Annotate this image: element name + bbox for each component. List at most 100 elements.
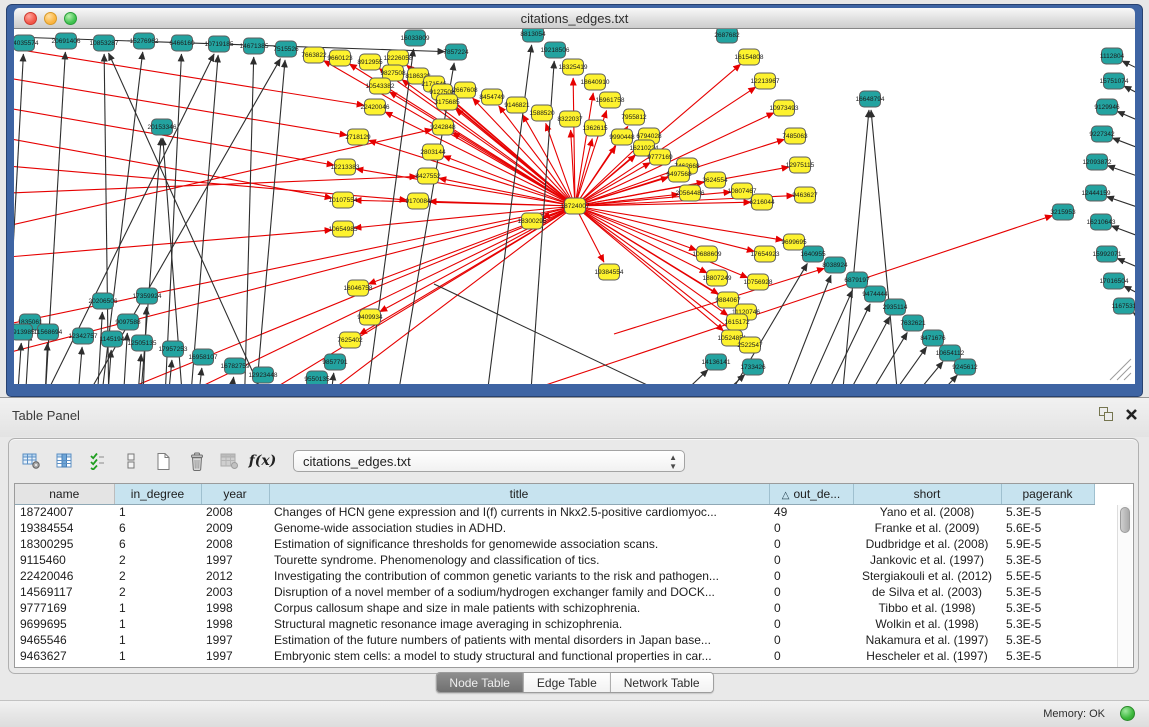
graph-node[interactable]: 20564486 [676,185,705,201]
graph-edge[interactable] [854,332,907,384]
graph-node[interactable]: 22420046 [361,99,390,115]
graph-node[interactable]: 8454749 [479,89,505,105]
graph-edge[interactable] [136,354,141,384]
graph-edge[interactable] [16,343,21,384]
graph-node[interactable]: 17359924 [133,288,162,304]
graph-node[interactable]: 1362615 [582,120,608,136]
graph-node[interactable]: 19384554 [595,264,624,280]
graph-node[interactable]: 10654985 [329,221,358,237]
graph-node[interactable]: 15276962 [130,33,159,49]
graph-node[interactable]: 16958107 [189,349,218,365]
graph-node[interactable]: 9170084 [405,193,431,209]
graph-edge[interactable] [1124,286,1135,299]
graph-edge[interactable] [76,347,82,384]
graph-node[interactable]: 9409934 [357,309,383,325]
table-row[interactable]: 946554611997Estimation of the future num… [15,632,1094,648]
graph-node[interactable]: 3913985 [14,324,35,340]
graph-node[interactable]: 12342757 [69,328,98,344]
network-canvas[interactable]: 2403557420691406108532871527696264661601… [14,29,1135,384]
graph-edge[interactable] [434,284,719,384]
table-row[interactable]: 946362711997Embryonic stem cells: a mode… [15,648,1094,664]
graph-edge[interactable] [1124,86,1135,99]
graph-node[interactable]: 12213967 [751,73,780,89]
graph-node[interactable]: 12975115 [786,157,815,173]
graph-edge[interactable] [1112,138,1135,152]
graph-edge[interactable] [794,290,853,384]
graph-node[interactable]: 1733426 [740,359,766,375]
float-panel-icon[interactable] [1099,407,1115,423]
graph-edge[interactable] [1107,166,1135,180]
memory-status-indicator[interactable] [1120,706,1135,721]
graph-edge[interactable] [1133,312,1135,324]
graph-node[interactable]: 9474444 [862,286,888,302]
graph-edge[interactable] [874,347,927,384]
graph-node[interactable]: 2687682 [714,29,740,43]
graph-node[interactable]: 2803144 [420,144,446,160]
graph-edge[interactable] [1111,226,1135,240]
graph-edge[interactable] [224,206,575,384]
table-row[interactable]: 969969511998Structural magnetic resonanc… [15,616,1094,632]
graph-node[interactable]: 9777169 [647,149,673,165]
graph-node[interactable]: 18325419 [559,59,588,75]
graph-node[interactable]: 10973493 [770,100,799,116]
graph-edge[interactable] [834,317,890,384]
table-row[interactable]: 911546021997Tourette syndrome. Phenomeno… [15,552,1094,568]
graph-node[interactable]: 1145194 [100,331,125,347]
graph-node[interactable]: 15992071 [1093,246,1122,262]
graph-edge[interactable] [14,206,575,359]
graph-node[interactable]: 12213383 [331,159,360,175]
graph-node[interactable]: 14136141 [702,354,731,370]
graph-edge[interactable] [456,109,575,206]
graph-node[interactable]: 18724007 [561,198,590,214]
graph-node[interactable]: 2935114 [883,299,908,315]
graph-node[interactable]: 10719185 [205,36,234,52]
graph-node[interactable]: 12444159 [1082,185,1111,201]
graph-node[interactable]: 16154808 [735,49,764,65]
graph-edge[interactable] [814,304,870,384]
column-header-short[interactable]: short [853,484,1001,504]
resize-grip[interactable] [1110,359,1131,380]
graph-edge[interactable] [24,333,29,384]
graph-node[interactable]: 6466160 [169,35,195,51]
graph-edge[interactable] [244,57,254,384]
graph-node[interactable]: 9550135 [304,371,330,384]
column-header-in-degree[interactable]: in_degree [114,484,201,504]
graph-node[interactable]: 1640955 [800,246,826,262]
graph-edge[interactable] [196,368,202,384]
window-titlebar[interactable]: citations_edges.txt [14,8,1135,29]
graph-node[interactable]: 18640910 [581,74,610,90]
graph-node[interactable]: 15751074 [1100,73,1129,89]
graph-node[interactable]: 20153346 [148,119,177,135]
graph-node[interactable]: 18807249 [703,270,732,286]
graph-edge[interactable] [44,343,48,384]
graph-node[interactable]: 10107554 [329,192,358,208]
table-chooser-select[interactable]: citations_edges.txt ▲▼ [293,450,685,472]
graph-node[interactable]: 11568694 [34,324,63,340]
graph-node[interactable]: 3175685 [434,94,460,110]
graph-node[interactable]: 10756928 [744,274,773,290]
graph-node[interactable]: 8427552 [415,168,441,184]
graph-node[interactable]: 10853287 [90,35,119,51]
graph-edge[interactable] [774,275,831,384]
column-header-pagerank[interactable]: pagerank [1001,484,1094,504]
table-row[interactable]: 1456911722003Disruption of a novel membe… [15,584,1094,600]
graph-node[interactable]: 9463627 [792,187,818,203]
table-options-button[interactable] [19,448,44,474]
column-header-year[interactable]: year [201,484,269,504]
graph-node[interactable]: 8813054 [520,29,546,42]
graph-node[interactable]: 8038924 [822,257,848,273]
graph-edge[interactable] [914,375,957,384]
graph-node[interactable]: 8322037 [557,111,583,127]
graph-node[interactable]: 10688609 [693,246,722,262]
table-row[interactable]: 1830029562008Estimation of significance … [15,536,1094,552]
graph-node[interactable]: 17016504 [1100,273,1129,289]
graph-node[interactable]: 16210643 [1087,214,1116,230]
graph-node[interactable]: 6879197 [844,272,870,288]
tab-network-table[interactable]: Network Table [610,673,713,692]
graph-node[interactable]: 8471676 [920,330,946,346]
graph-node[interactable]: 1167531 [1112,298,1135,314]
column-header-out-de-[interactable]: △out_de... [769,484,853,504]
graph-node[interactable]: 9857791 [322,354,348,370]
graph-edge[interactable] [1117,111,1135,125]
graph-node[interactable]: 9242848 [430,119,456,135]
